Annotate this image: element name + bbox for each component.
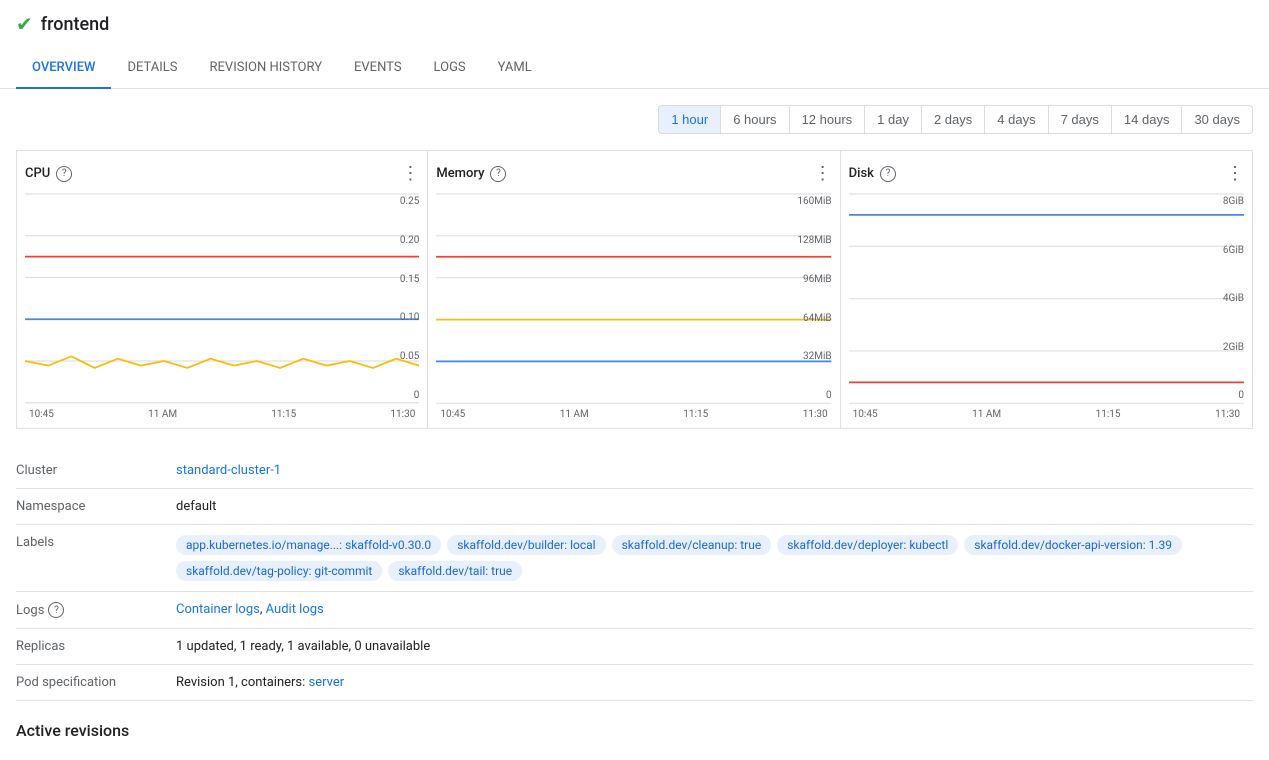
container-logs-link[interactable]: Container logs — [176, 602, 260, 617]
cpu-x-axis: 10:45 11 AM 11:15 11:30 — [25, 409, 419, 420]
page-header: ✔ frontend — [0, 0, 1269, 48]
disk-help-icon[interactable]: ? — [880, 166, 896, 182]
disk-chart: Disk ? ⋮ — [841, 150, 1253, 429]
disk-y-axis: 8GiB 6GiB 4GiB 2GiB 0 — [1223, 192, 1244, 405]
cluster-value: standard-cluster-1 — [176, 463, 1253, 478]
tab-events[interactable]: EVENTS — [338, 48, 418, 89]
time-selector: 1 hour 6 hours 12 hours 1 day 2 days 4 d… — [16, 105, 1253, 134]
cpu-chart-header: CPU ? ⋮ — [25, 163, 419, 184]
cpu-y-axis: 0.25 0.20 0.15 0.10 0.05 0 — [400, 192, 420, 405]
labels-row: Labels app.kubernetes.io/manage...: skaf… — [16, 525, 1253, 592]
logs-row: Logs ? Container logs, Audit logs — [16, 592, 1253, 629]
tab-yaml[interactable]: YAML — [482, 48, 548, 89]
cpu-help-icon[interactable]: ? — [56, 166, 72, 182]
memory-more-icon[interactable]: ⋮ — [814, 163, 832, 184]
replicas-row: Replicas 1 updated, 1 ready, 1 available… — [16, 629, 1253, 665]
disk-more-icon[interactable]: ⋮ — [1226, 163, 1244, 184]
active-revisions-title: Active revisions — [16, 721, 1253, 740]
replicas-value: 1 updated, 1 ready, 1 available, 0 unava… — [176, 639, 1253, 654]
logs-label: Logs ? — [16, 602, 176, 618]
label-chip-2: skaffold.dev/cleanup: true — [612, 535, 772, 555]
tab-details[interactable]: DETAILS — [111, 48, 193, 89]
label-chips: app.kubernetes.io/manage...: skaffold-v0… — [176, 535, 1253, 581]
charts-row: CPU ? ⋮ — [16, 150, 1253, 429]
active-revisions-section: Active revisions — [16, 721, 1253, 740]
time-btn-7days[interactable]: 7 days — [1049, 105, 1112, 134]
label-chip-5: skaffold.dev/tag-policy: git-commit — [176, 561, 382, 581]
time-btn-6hours[interactable]: 6 hours — [721, 105, 789, 134]
disk-chart-header: Disk ? ⋮ — [849, 163, 1244, 184]
tab-bar: OVERVIEW DETAILS REVISION HISTORY EVENTS… — [0, 48, 1269, 89]
pod-spec-row: Pod specification Revision 1, containers… — [16, 665, 1253, 701]
tab-revision-history[interactable]: REVISION HISTORY — [194, 48, 338, 89]
cpu-more-icon[interactable]: ⋮ — [401, 163, 419, 184]
disk-chart-title: Disk — [849, 166, 874, 181]
cluster-label: Cluster — [16, 463, 176, 478]
disk-x-axis: 10:45 11 AM 11:15 11:30 — [849, 409, 1244, 420]
time-btn-1day[interactable]: 1 day — [865, 105, 922, 134]
label-chip-0: app.kubernetes.io/manage...: skaffold-v0… — [176, 535, 441, 555]
cpu-chart-svg — [25, 192, 419, 405]
time-btn-2days[interactable]: 2 days — [922, 105, 985, 134]
pod-spec-value: Revision 1, containers: server — [176, 675, 1253, 690]
page-title: frontend — [41, 14, 110, 35]
memory-chart-title: Memory — [436, 166, 484, 181]
status-icon: ✔ — [16, 12, 33, 36]
labels-value: app.kubernetes.io/manage...: skaffold-v0… — [176, 535, 1253, 581]
replicas-label: Replicas — [16, 639, 176, 654]
cpu-chart-title: CPU — [25, 166, 50, 181]
time-btn-14days[interactable]: 14 days — [1112, 105, 1183, 134]
label-chip-1: skaffold.dev/builder: local — [447, 535, 605, 555]
main-content: 1 hour 6 hours 12 hours 1 day 2 days 4 d… — [0, 89, 1269, 760]
memory-chart-header: Memory ? ⋮ — [436, 163, 831, 184]
logs-value: Container logs, Audit logs — [176, 602, 1253, 617]
cluster-link[interactable]: standard-cluster-1 — [176, 463, 281, 478]
tab-overview[interactable]: OVERVIEW — [16, 48, 111, 89]
tab-logs[interactable]: LOGS — [418, 48, 482, 89]
disk-chart-svg — [849, 192, 1244, 405]
memory-chart-svg — [436, 192, 831, 405]
cpu-chart: CPU ? ⋮ — [16, 150, 428, 429]
time-btn-4days[interactable]: 4 days — [985, 105, 1048, 134]
namespace-row: Namespace default — [16, 489, 1253, 525]
namespace-value: default — [176, 499, 1253, 514]
info-section: Cluster standard-cluster-1 Namespace def… — [16, 453, 1253, 701]
cluster-row: Cluster standard-cluster-1 — [16, 453, 1253, 489]
time-btn-12hours[interactable]: 12 hours — [790, 105, 866, 134]
namespace-label: Namespace — [16, 499, 176, 514]
label-chip-3: skaffold.dev/deployer: kubectl — [777, 535, 958, 555]
server-link[interactable]: server — [309, 675, 345, 690]
memory-chart: Memory ? ⋮ — [428, 150, 840, 429]
pod-spec-label: Pod specification — [16, 675, 176, 690]
label-chip-4: skaffold.dev/docker-api-version: 1.39 — [964, 535, 1182, 555]
memory-help-icon[interactable]: ? — [490, 166, 506, 182]
label-chip-6: skaffold.dev/tail: true — [388, 561, 522, 581]
audit-logs-link[interactable]: Audit logs — [266, 602, 324, 617]
app-container: ✔ frontend OVERVIEW DETAILS REVISION HIS… — [0, 0, 1269, 760]
logs-help-icon[interactable]: ? — [48, 602, 64, 618]
time-btn-30days[interactable]: 30 days — [1182, 105, 1253, 134]
labels-label: Labels — [16, 535, 176, 550]
memory-x-axis: 10:45 11 AM 11:15 11:30 — [436, 409, 831, 420]
time-btn-1hour[interactable]: 1 hour — [658, 105, 721, 134]
memory-y-axis: 160MiB 128MiB 96MiB 64MiB 32MiB 0 — [797, 192, 831, 405]
